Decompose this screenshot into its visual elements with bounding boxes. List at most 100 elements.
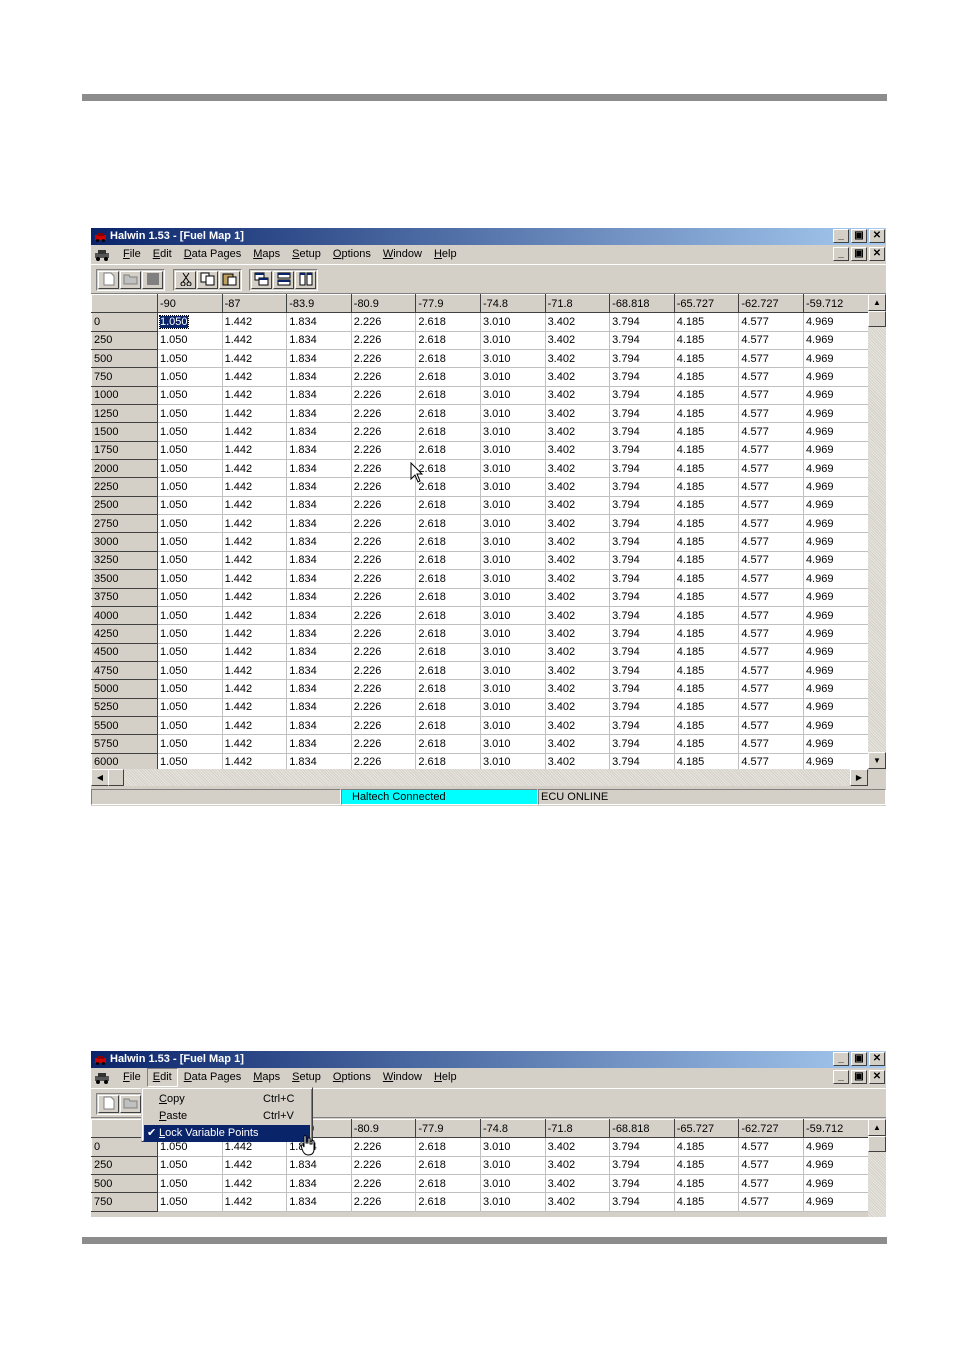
scroll-thumb[interactable] [868, 1136, 886, 1152]
grid-cell[interactable]: 3.402 [545, 1137, 611, 1157]
grid-cell[interactable]: 1.050 [157, 1192, 223, 1212]
close-button[interactable]: ✕ [869, 229, 885, 243]
mdi-restore-button[interactable]: ▣ [851, 247, 867, 261]
grid-cell[interactable]: 3.402 [545, 312, 611, 332]
grid-cell[interactable]: 2.618 [415, 643, 481, 662]
column-header[interactable]: -80.9 [350, 1118, 417, 1139]
grid-cell[interactable]: 1.050 [157, 1156, 223, 1176]
grid-cell[interactable]: 3.010 [480, 477, 546, 497]
grid-cell[interactable]: 1.834 [286, 514, 352, 534]
grid-cell[interactable]: 1.442 [222, 698, 288, 717]
grid-cell[interactable]: 2.226 [351, 1192, 417, 1212]
close-button[interactable]: ✕ [869, 1052, 885, 1066]
grid-cell[interactable]: 4.577 [738, 532, 804, 552]
grid-cell[interactable]: 1.050 [157, 643, 223, 662]
grid-cell[interactable]: 4.577 [738, 441, 804, 461]
grid-cell[interactable]: 4.185 [674, 404, 740, 424]
grid-cell[interactable]: 4.577 [738, 1174, 804, 1194]
save-button[interactable] [142, 271, 163, 289]
new-button[interactable] [98, 1095, 119, 1113]
grid-cell[interactable]: 2.226 [351, 606, 417, 626]
row-header[interactable]: 5750 [91, 734, 158, 754]
menu-help[interactable]: Help [428, 245, 463, 264]
grid-cell[interactable]: 3.402 [545, 661, 611, 681]
column-header[interactable]: -65.727 [673, 293, 740, 314]
new-button[interactable] [98, 271, 119, 289]
grid-cell[interactable]: 4.185 [674, 477, 740, 497]
grid-cell[interactable]: 4.969 [803, 441, 869, 461]
grid-cell[interactable]: 1.834 [286, 716, 352, 736]
grid-cell[interactable]: 3.794 [609, 1137, 675, 1157]
grid-cell[interactable]: 3.794 [609, 734, 675, 754]
grid-cell[interactable]: 3.402 [545, 441, 611, 461]
grid-cell[interactable]: 2.618 [415, 514, 481, 534]
grid-cell[interactable]: 3.402 [545, 477, 611, 497]
grid-cell[interactable]: 2.618 [415, 1192, 481, 1212]
grid-cell[interactable]: 3.402 [545, 551, 611, 571]
grid-cell[interactable]: 4.185 [674, 569, 740, 589]
grid-cell[interactable]: 1.442 [222, 716, 288, 736]
open-button[interactable] [120, 1095, 141, 1113]
grid-cell[interactable]: 3.010 [480, 422, 546, 442]
grid-cell[interactable]: 4.577 [738, 1192, 804, 1212]
column-header[interactable]: -68.818 [609, 1118, 675, 1139]
grid-cell[interactable]: 1.442 [222, 1192, 288, 1212]
grid-cell[interactable]: 4.969 [803, 606, 869, 626]
menu-edit[interactable]: Edit [146, 1068, 178, 1087]
grid-cell[interactable]: 4.969 [803, 661, 869, 681]
grid-cell[interactable]: 3.010 [480, 698, 546, 717]
column-header[interactable]: -71.8 [544, 1118, 611, 1139]
grid-cell[interactable]: 2.226 [351, 1174, 417, 1194]
column-header[interactable]: -90 [157, 293, 223, 314]
grid-cell[interactable]: 1.050 [157, 441, 223, 461]
grid-cell[interactable]: 4.577 [738, 422, 804, 442]
menu-file[interactable]: File [117, 245, 147, 264]
grid-cell[interactable]: 4.577 [738, 661, 804, 681]
row-header[interactable]: 500 [91, 349, 158, 369]
grid-cell[interactable]: 4.969 [803, 1174, 869, 1194]
menu-edit[interactable]: Edit [147, 245, 178, 264]
grid-cell[interactable]: 1.442 [222, 349, 288, 369]
grid-cell[interactable]: 1.442 [222, 514, 288, 534]
grid-cell[interactable]: 4.185 [674, 643, 740, 662]
grid-cell[interactable]: 4.577 [738, 551, 804, 571]
scroll-down-button[interactable]: ▼ [868, 752, 886, 769]
grid-cell[interactable]: 4.969 [803, 698, 869, 717]
grid-cell[interactable]: 3.402 [545, 624, 611, 644]
grid-cell[interactable]: 1.442 [222, 532, 288, 552]
grid-cell[interactable]: 3.794 [609, 367, 675, 387]
grid-cell[interactable]: 3.010 [480, 643, 546, 662]
menu-file[interactable]: File [117, 1068, 147, 1087]
grid-cell[interactable]: 4.969 [803, 422, 869, 442]
grid-cell[interactable]: 1.834 [286, 624, 352, 644]
grid-cell[interactable]: 1.050 [157, 422, 223, 442]
grid-cell[interactable]: 3.794 [609, 496, 675, 516]
grid-cell[interactable]: 4.185 [674, 422, 740, 442]
grid-cell[interactable]: 1.834 [286, 404, 352, 424]
grid-cell[interactable]: 4.185 [674, 588, 740, 607]
grid-cell[interactable]: 1.050 [157, 734, 223, 754]
grid-cell[interactable]: 3.794 [609, 514, 675, 534]
column-header[interactable]: -74.8 [479, 293, 546, 314]
grid-cell[interactable]: 2.226 [351, 459, 417, 479]
grid-cell[interactable]: 4.969 [803, 331, 869, 351]
grid-cell[interactable]: 1.050 [157, 349, 223, 369]
grid-cell[interactable]: 3.402 [545, 569, 611, 589]
grid-cell[interactable]: 4.969 [803, 643, 869, 662]
grid-cell[interactable]: 4.577 [738, 1137, 804, 1157]
grid-cell[interactable]: 3.010 [480, 312, 546, 332]
grid-cell[interactable]: 3.402 [545, 716, 611, 736]
grid-cell[interactable]: 1.834 [286, 331, 352, 351]
grid-cell[interactable]: 1.050 [157, 496, 223, 516]
grid-cell[interactable]: 4.969 [803, 734, 869, 754]
grid-cell[interactable]: 3.010 [480, 349, 546, 369]
grid-cell[interactable]: 4.969 [803, 1156, 869, 1176]
grid-cell[interactable]: 4.185 [674, 734, 740, 754]
grid-cell[interactable]: 3.794 [609, 404, 675, 424]
grid-cell[interactable]: 1.442 [222, 734, 288, 754]
copy-button[interactable] [197, 271, 218, 289]
grid-cell[interactable]: 3.794 [609, 624, 675, 644]
grid-cell[interactable]: 3.794 [609, 643, 675, 662]
grid-cell[interactable]: 1.834 [286, 477, 352, 497]
grid-cell[interactable]: 3.010 [480, 606, 546, 626]
